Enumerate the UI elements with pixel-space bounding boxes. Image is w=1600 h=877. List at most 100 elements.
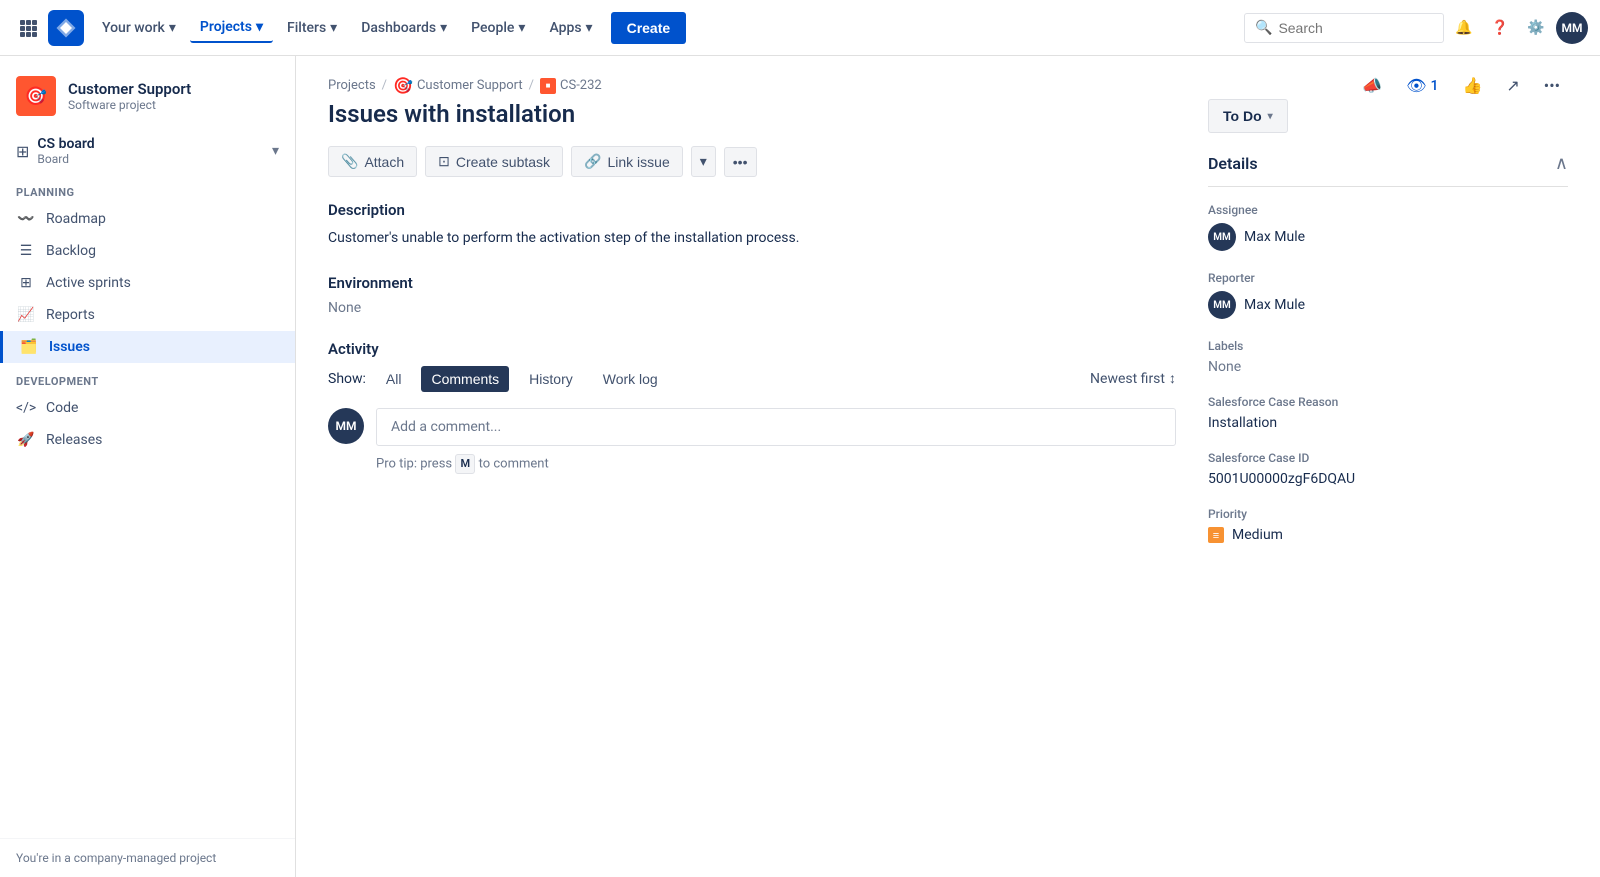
status-button[interactable]: To Do ▾ — [1208, 99, 1288, 133]
user-avatar[interactable]: MM — [1556, 12, 1588, 44]
customer-support-icon: 🎯 — [393, 76, 413, 95]
sidebar-item-code[interactable]: </> Code — [0, 392, 295, 424]
sidebar-item-sprints-label: Active sprints — [46, 275, 131, 291]
sidebar-item-reports[interactable]: 📈 Reports — [0, 299, 295, 331]
backlog-icon: ☰ — [16, 243, 36, 259]
sf-case-id-field: Salesforce Case ID 5001U00000zgF6DQAU — [1208, 451, 1568, 487]
sidebar-item-active-sprints[interactable]: ⊞ Active sprints — [0, 267, 295, 299]
comment-tip: Pro tip: press M to comment — [328, 454, 1176, 474]
breadcrumb: Projects / 🎯 Customer Support / CS-232 — [328, 76, 602, 95]
show-comments-button[interactable]: Comments — [421, 366, 509, 392]
development-label: DEVELOPMENT — [0, 363, 295, 392]
breadcrumb-issue[interactable]: CS-232 — [560, 78, 602, 93]
details-title: Details — [1208, 154, 1258, 173]
link-issue-button[interactable]: 🔗 Link issue — [571, 146, 683, 177]
search-input[interactable] — [1278, 20, 1418, 36]
nav-people[interactable]: People ▾ — [461, 14, 535, 42]
comment-row: MM Add a comment... — [328, 408, 1176, 446]
issue-container: Issues with installation 📎 Attach ⊡ Crea… — [296, 99, 1600, 595]
sidebar-item-issues[interactable]: 🗂️ Issues — [0, 331, 295, 363]
like-btn[interactable]: 👍 — [1454, 72, 1490, 99]
assignee-field: Assignee MM Max Mule — [1208, 203, 1568, 251]
share-btn[interactable]: ↗ — [1498, 72, 1527, 99]
reporter-name: Max Mule — [1244, 297, 1305, 313]
attach-button[interactable]: 📎 Attach — [328, 146, 417, 177]
help-icon[interactable]: ❓ — [1484, 12, 1516, 44]
sidebar-item-backlog[interactable]: ☰ Backlog — [0, 235, 295, 267]
create-subtask-button[interactable]: ⊡ Create subtask — [425, 146, 563, 177]
description-text: Customer's unable to perform the activat… — [328, 227, 1176, 249]
project-name: Customer Support — [68, 80, 191, 98]
main-content: Projects / 🎯 Customer Support / CS-232 📣… — [296, 56, 1600, 877]
status-label: To Do — [1223, 108, 1262, 124]
sidebar-item-roadmap-label: Roadmap — [46, 211, 106, 227]
more-options-button[interactable]: ••• — [724, 147, 757, 177]
breadcrumb-project[interactable]: Customer Support — [417, 78, 523, 93]
environment-section: Environment None — [328, 274, 1176, 316]
sf-case-reason-field: Salesforce Case Reason Installation — [1208, 395, 1568, 431]
nav-filters[interactable]: Filters ▾ — [277, 14, 347, 42]
environment-value: None — [328, 300, 1176, 316]
description-label: Description — [328, 201, 1176, 219]
watch-btn[interactable]: 👁 1 — [1398, 72, 1446, 99]
releases-icon: 🚀 — [16, 432, 36, 448]
comment-input[interactable]: Add a comment... — [376, 408, 1176, 446]
sf-case-reason-value: Installation — [1208, 415, 1568, 431]
issues-icon: 🗂️ — [19, 339, 39, 355]
show-worklog-button[interactable]: Work log — [593, 366, 668, 392]
sidebar-cs-board[interactable]: ⊞ CS board Board ▾ — [0, 128, 295, 174]
environment-label: Environment — [328, 274, 1176, 292]
eye-icon: 👁 — [1406, 76, 1426, 95]
labels-label: Labels — [1208, 339, 1568, 353]
code-icon: </> — [16, 400, 36, 416]
collapse-icon[interactable]: ∧ — [1555, 153, 1568, 174]
activity-section: Activity Show: All Comments History Work… — [328, 340, 1176, 474]
nav-dashboards[interactable]: Dashboards ▾ — [351, 14, 457, 42]
search-icon: 🔍 — [1255, 20, 1272, 36]
sidebar-project-header: 🎯 Customer Support Software project — [0, 56, 295, 128]
nav-apps[interactable]: Apps ▾ — [539, 14, 602, 42]
sprint-icon: ⊞ — [16, 275, 36, 291]
bell-icon: 📣 — [1362, 76, 1382, 95]
share-update-btn[interactable]: 📣 — [1354, 72, 1390, 99]
jira-logo[interactable] — [48, 10, 84, 46]
sidebar-item-releases[interactable]: 🚀 Releases — [0, 424, 295, 456]
more-dropdown-button[interactable]: ▾ — [691, 146, 716, 177]
nav-projects[interactable]: Projects ▾ — [190, 13, 273, 43]
sf-case-id-value: 5001U00000zgF6DQAU — [1208, 471, 1568, 487]
sort-button[interactable]: Newest first ↕ — [1090, 370, 1176, 387]
sidebar-item-backlog-label: Backlog — [46, 243, 96, 259]
commenter-avatar: MM — [328, 408, 364, 444]
sidebar-item-releases-label: Releases — [46, 432, 102, 448]
show-all-button[interactable]: All — [376, 366, 412, 392]
nav-your-work[interactable]: Your work ▾ — [92, 14, 186, 42]
grid-menu-icon[interactable] — [12, 12, 44, 44]
reporter-label: Reporter — [1208, 271, 1568, 285]
issue-title: Issues with installation — [328, 99, 1176, 130]
assignee-label: Assignee — [1208, 203, 1568, 217]
sort-icon: ↕ — [1169, 370, 1176, 387]
priority-field: Priority Medium — [1208, 507, 1568, 543]
sidebar-item-roadmap[interactable]: 〰️ Roadmap — [0, 203, 295, 235]
settings-icon[interactable]: ⚙️ — [1520, 12, 1552, 44]
top-navigation: Your work ▾ Projects ▾ Filters ▾ Dashboa… — [0, 0, 1600, 56]
labels-value: None — [1208, 359, 1568, 375]
main-layout: 🎯 Customer Support Software project ⊞ CS… — [0, 56, 1600, 877]
issue-right-panel: To Do ▾ Details ∧ Assignee MM Max Mule — [1208, 99, 1568, 563]
paperclip-icon: 📎 — [341, 153, 358, 170]
more-actions-btn[interactable]: ••• — [1536, 72, 1568, 99]
chevron-down-icon: ▾ — [272, 143, 279, 159]
show-label: Show: — [328, 371, 366, 387]
roadmap-icon: 〰️ — [16, 211, 36, 227]
show-history-button[interactable]: History — [519, 366, 583, 392]
notifications-icon[interactable]: 🔔 — [1448, 12, 1480, 44]
create-button[interactable]: Create — [611, 12, 687, 44]
watch-count: 1 — [1431, 78, 1439, 94]
project-type: Software project — [68, 98, 191, 112]
sidebar-item-code-label: Code — [46, 400, 78, 416]
subtask-icon: ⊡ — [438, 153, 450, 170]
chevron-down-icon: ▾ — [1268, 111, 1273, 122]
breadcrumb-projects[interactable]: Projects — [328, 78, 376, 93]
key-badge: M — [455, 454, 475, 474]
search-bar[interactable]: 🔍 — [1244, 13, 1444, 43]
